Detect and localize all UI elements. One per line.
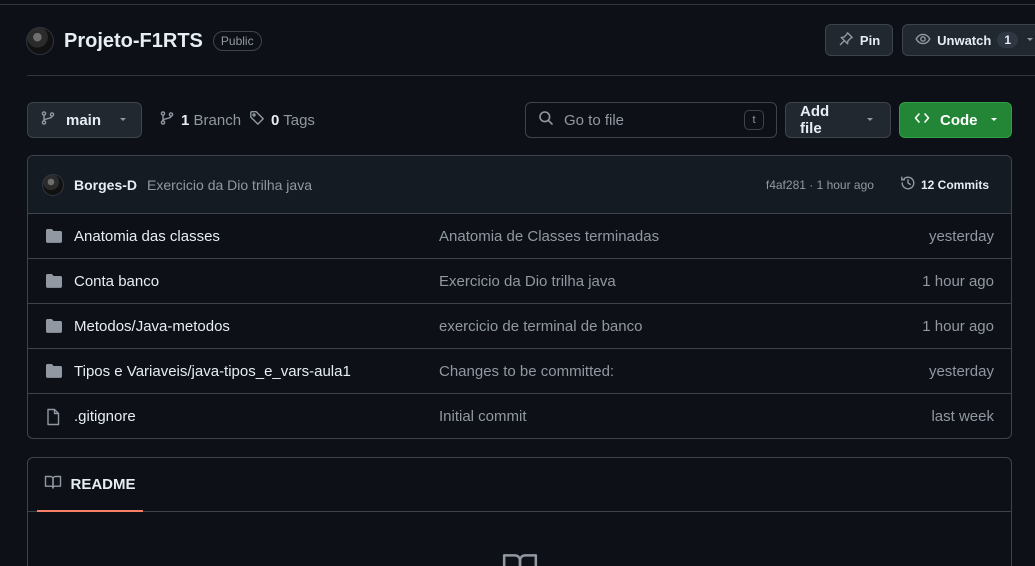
file-row[interactable]: Conta banco Exercicio da Dio trilha java 1… [28,259,1011,304]
readme-panel: README [27,457,1012,566]
code-icon [914,110,930,130]
unwatch-button[interactable]: Unwatch 1 [902,24,1035,56]
git-branch-icon [159,110,175,130]
file-row[interactable]: Tipos e Variaveis/java-tipos_e_vars-aula… [28,349,1011,394]
pin-button[interactable]: Pin [824,24,894,56]
chevron-down-icon [988,112,1000,129]
readme-tab-label: README [70,475,136,493]
code-button[interactable]: Code [899,102,1012,138]
owner-avatar[interactable] [26,27,54,55]
file-name[interactable]: Anatomia das classes [74,228,220,245]
file-updated-time: yesterday [928,227,994,245]
file-commit-message[interactable]: Initial commit [439,408,527,425]
repo-toolbar: main 1 Branch 0 Tags Go to file t Add fi… [27,102,1012,138]
search-icon [538,110,554,130]
book-icon [501,550,539,566]
code-label: Code [940,111,978,129]
git-branch-icon [40,110,56,130]
file-row[interactable]: .gitignore Initial commit last week [28,394,1011,438]
repo-actions: Pin Unwatch 1 [824,24,1035,56]
commit-hash-time[interactable]: f4af281 · 1 hour ago [766,178,874,192]
pin-icon [838,31,854,50]
file-name[interactable]: Conta banco [74,273,159,290]
tag-label: Tags [283,111,315,129]
book-icon [44,474,62,494]
folder-icon [45,273,63,289]
file-row[interactable]: Anatomia das classes Anatomia de Classes … [28,214,1011,259]
latest-commit-bar: Borges-D Exercicio da Dio trilha java f4… [28,156,1011,214]
branches-link[interactable]: 1 Branch [159,102,241,138]
keyboard-shortcut: t [744,110,764,130]
file-updated-time: 1 hour ago [922,317,994,335]
file-row[interactable]: Metodos/Java-metodos exercicio de termina… [28,304,1011,349]
file-updated-time: yesterday [928,362,994,380]
file-updated-time: 1 hour ago [922,272,994,290]
file-name[interactable]: Tipos e Variaveis/java-tipos_e_vars-aula… [74,363,351,380]
header-divider [27,75,1035,76]
branch-selector[interactable]: main [27,102,142,138]
chevron-down-icon [864,112,876,129]
commit-author[interactable]: Borges-D [74,177,137,193]
pin-label: Pin [859,32,881,48]
tab-readme[interactable]: README [37,458,143,512]
file-commit-message[interactable]: exercicio de terminal de banco [439,318,642,335]
add-file-button[interactable]: Add file [785,102,891,138]
add-file-label: Add file [800,103,830,137]
file-name[interactable]: .gitignore [74,408,136,425]
file-name[interactable]: Metodos/Java-metodos [74,318,230,335]
author-avatar[interactable] [42,173,64,196]
file-browser: Borges-D Exercicio da Dio trilha java f4… [27,155,1012,439]
file-updated-time: last week [931,408,994,425]
watchers-count: 1 [997,32,1018,48]
branch-name: main [66,111,102,129]
chevron-down-icon [1024,33,1035,48]
branch-label: Branch [193,111,242,129]
eye-icon [915,31,931,50]
chevron-down-icon [117,112,129,129]
unwatch-label: Unwatch [937,32,992,48]
history-icon [900,175,916,194]
file-icon [45,408,63,426]
commit-message[interactable]: Exercicio da Dio trilha java [147,177,312,193]
folder-icon [45,228,63,244]
go-to-file-input[interactable]: Go to file t [525,102,777,138]
folder-icon [45,318,63,334]
tags-link[interactable]: 0 Tags [249,102,315,138]
file-commit-message[interactable]: Exercicio da Dio trilha java [439,273,616,290]
repo-name[interactable]: Projeto-F1RTS [64,30,203,53]
tag-icon [249,110,265,130]
commits-link[interactable]: 12 Commits [900,175,989,194]
file-commit-message[interactable]: Anatomia de Classes terminadas [439,228,659,245]
file-commit-message[interactable]: Changes to be committed: [439,363,614,380]
branch-count: 1 [181,111,190,129]
repo-header: Projeto-F1RTS Public [26,26,262,56]
top-divider [0,4,1035,5]
go-to-file-placeholder: Go to file [564,111,625,129]
commits-count: 12 Commits [920,177,989,192]
readme-tabs: README [28,458,1011,512]
tag-count: 0 [271,111,280,129]
visibility-badge: Public [212,31,262,51]
folder-icon [45,363,63,379]
